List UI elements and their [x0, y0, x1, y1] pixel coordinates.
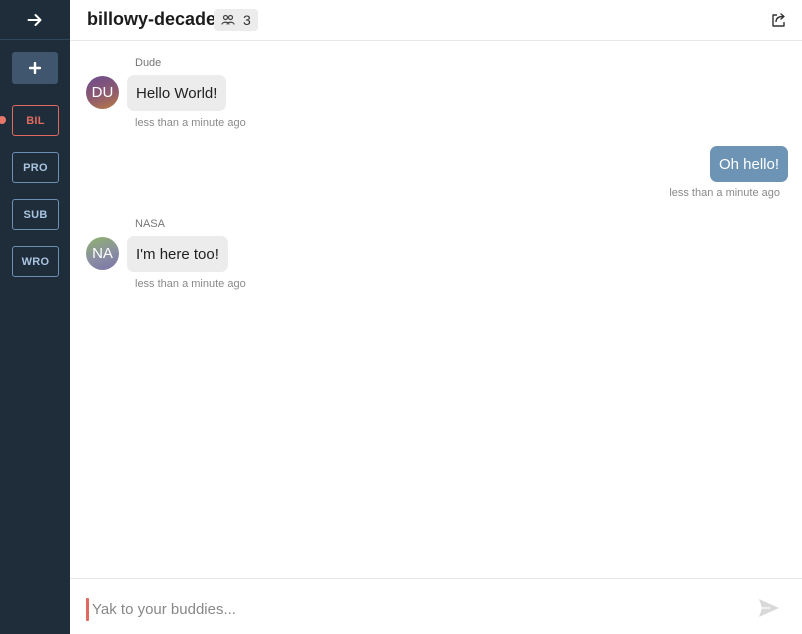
message-bubble: I'm here too!	[127, 236, 228, 272]
message-list: Dude DU Hello World! less than a minute …	[70, 41, 802, 578]
avatar: NA	[86, 237, 119, 270]
member-count: 3	[243, 12, 251, 28]
arrow-right-icon	[27, 13, 42, 26]
message-author: Dude	[135, 57, 162, 69]
users-icon	[221, 14, 235, 25]
room-button-wro[interactable]: WRO	[12, 246, 59, 277]
plus-icon	[29, 62, 41, 74]
message-timestamp: less than a minute ago	[135, 117, 246, 129]
active-room-indicator	[0, 116, 6, 124]
add-room-button[interactable]	[12, 52, 58, 84]
share-icon	[772, 13, 785, 27]
input-focus-indicator	[86, 598, 89, 621]
room-sidebar: BIL PRO SUB WRO	[0, 0, 70, 634]
message-timestamp: less than a minute ago	[135, 278, 246, 290]
message-timestamp: less than a minute ago	[669, 187, 780, 199]
chat-header: billowy-decade 3	[70, 0, 802, 41]
send-icon	[759, 599, 779, 617]
chat-panel: billowy-decade 3 Dude DU Hello World! le…	[70, 0, 802, 634]
message-input[interactable]	[92, 594, 732, 624]
room-button-bil[interactable]: BIL	[12, 105, 59, 136]
message-composer	[70, 578, 802, 634]
room-button-pro[interactable]: PRO	[12, 152, 59, 183]
message-bubble: Hello World!	[127, 75, 227, 111]
sidebar-header	[0, 0, 70, 40]
room-title: billowy-decade	[87, 9, 217, 29]
message-author: NASA	[135, 218, 165, 230]
avatar: DU	[86, 76, 119, 109]
share-room-button[interactable]	[770, 11, 788, 29]
collapse-sidebar-button[interactable]	[15, 5, 55, 35]
send-button[interactable]	[758, 598, 780, 618]
member-count-badge[interactable]: 3	[214, 9, 258, 31]
message-bubble-outgoing: Oh hello!	[709, 146, 788, 182]
room-button-sub[interactable]: SUB	[12, 199, 59, 230]
